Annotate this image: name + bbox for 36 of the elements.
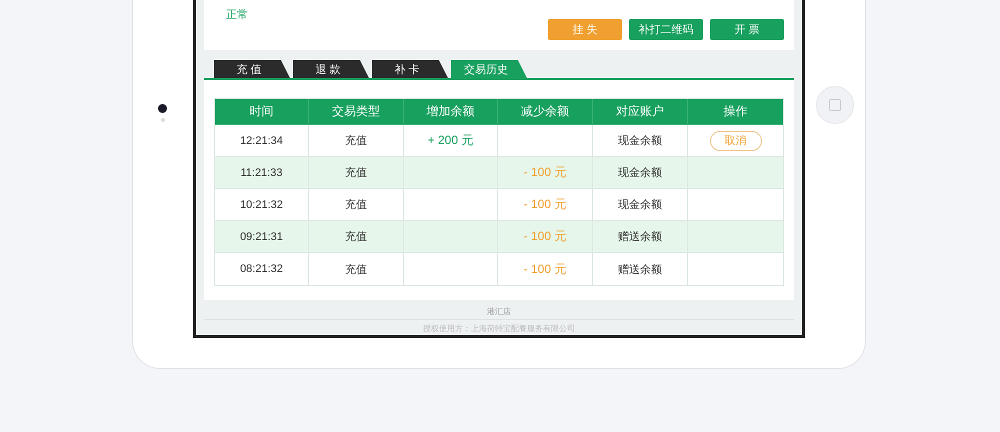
column-header: 交易类型 xyxy=(308,99,404,125)
table-cell: + 200 元 xyxy=(428,132,474,149)
table-row[interactable]: 09:21:31 充值 - 100 元 赠送余额 xyxy=(214,221,784,253)
column-header: 减少余额 xyxy=(498,99,593,125)
card-status: 正常 xyxy=(226,8,248,22)
tab[interactable]: 退 款 xyxy=(292,60,369,78)
column-header: 增加余额 xyxy=(404,99,498,125)
table-cell: - 100 元 xyxy=(524,228,566,245)
table-cell-text: 充值 xyxy=(344,166,367,180)
table-cell: 11:21:33 xyxy=(240,166,282,178)
column-header: 对应账户 xyxy=(592,99,688,125)
table-cell: 08:21:32 xyxy=(240,263,283,275)
column-header: 时间 xyxy=(214,99,309,125)
table-cell: - 100 元 xyxy=(524,196,566,213)
table-cell: 09:21:31 xyxy=(240,230,283,242)
table-cell-text: 现金余额 xyxy=(618,166,662,180)
table-cell: - 100 元 xyxy=(524,164,566,181)
table-cell: - 100 元 xyxy=(524,260,566,278)
home-button[interactable] xyxy=(816,86,854,124)
table-row[interactable]: 11:21:33 充值 - 100 元 现金余额 xyxy=(214,157,784,189)
tab[interactable]: 充 值 xyxy=(214,60,290,78)
table-cell: 12:21:34 xyxy=(240,134,283,146)
camera-icon xyxy=(158,104,168,113)
tab[interactable]: 补 卡 xyxy=(372,60,448,78)
table-cell: 10:21:32 xyxy=(240,198,283,210)
table-cell-text: 现金余额 xyxy=(618,198,662,212)
column-header: 操作 xyxy=(688,99,784,125)
store-name: 港汇店 xyxy=(204,306,794,320)
table-row[interactable]: 08:21:32 充值 - 100 元 赠送余额 xyxy=(214,253,784,285)
table-cell-text: 充值 xyxy=(344,134,367,148)
table-cell-text: 赠送余额 xyxy=(618,230,662,244)
table-cell-text: 赠送余额 xyxy=(618,262,662,276)
table-cell-text: 充值 xyxy=(344,262,367,276)
table-cell-text: 充值 xyxy=(344,230,367,244)
table-cell-text: 充值 xyxy=(344,198,367,212)
table-cell-text: 现金余额 xyxy=(618,134,662,148)
